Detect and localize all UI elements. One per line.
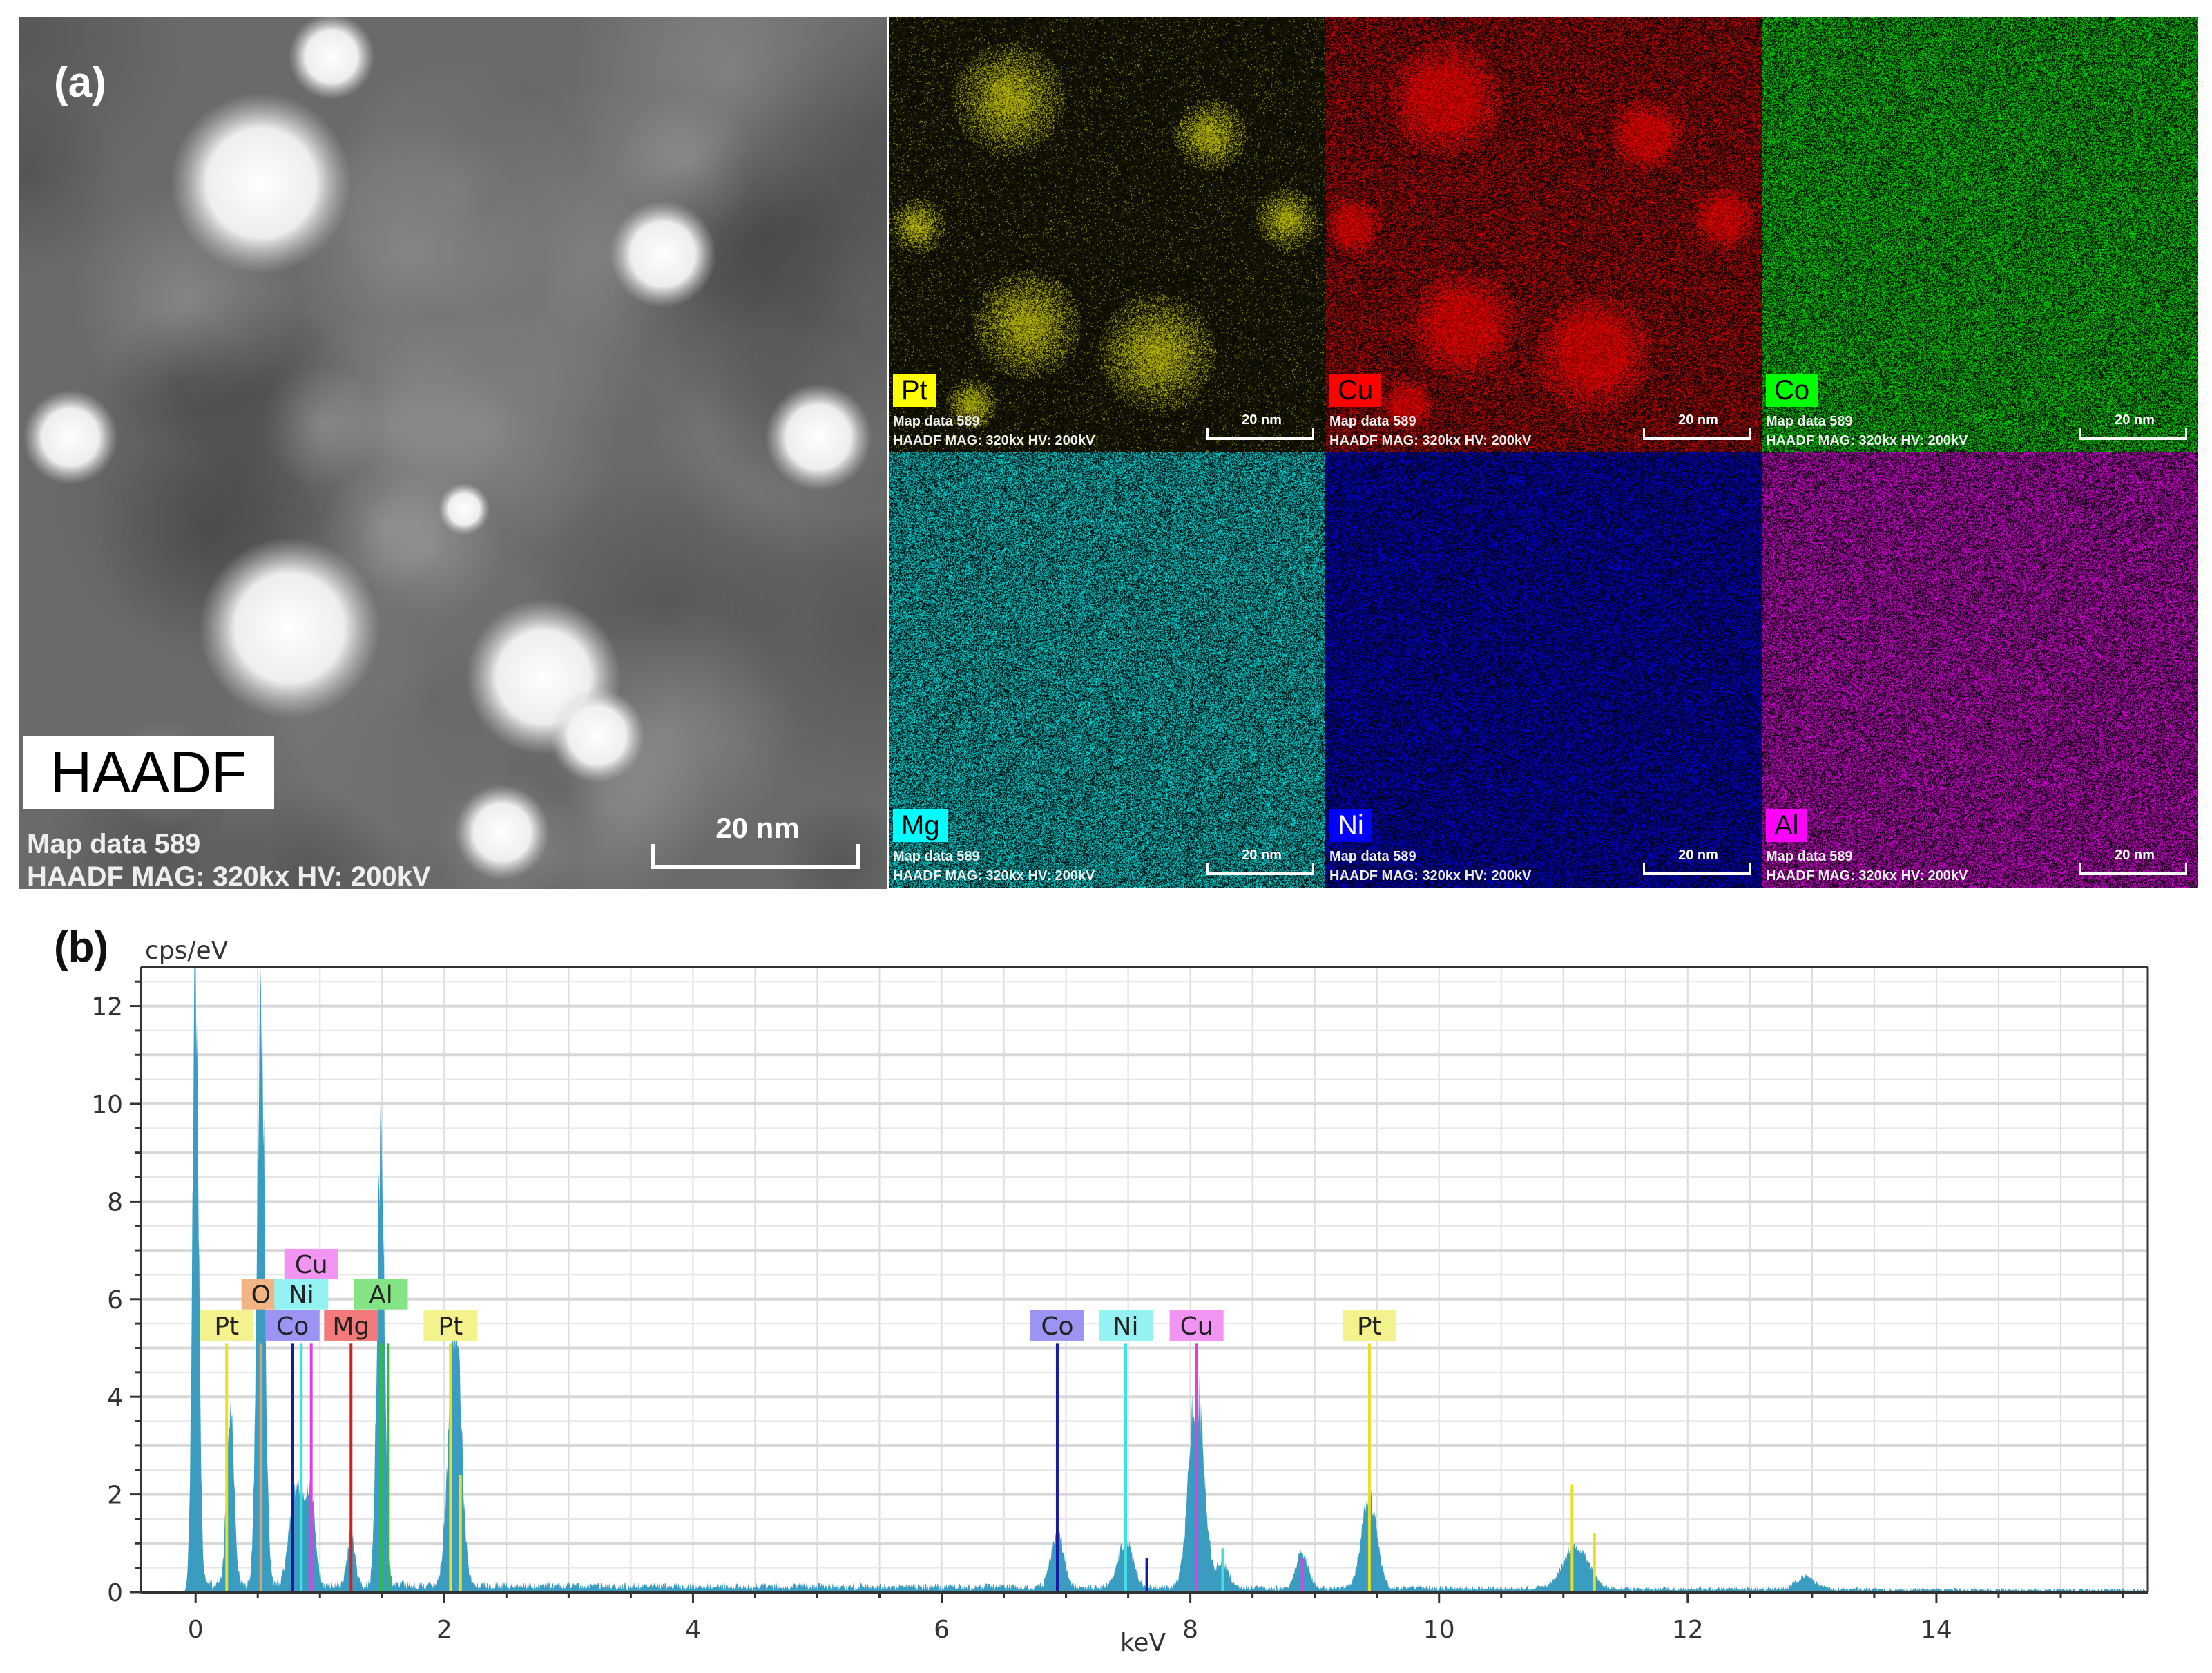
elemental-map-image bbox=[1325, 17, 1762, 452]
map-data-label: Map data 589 bbox=[1329, 849, 1416, 864]
eds-map-pt: Pt Map data 589 HAADF MAG: 320kx HV: 200… bbox=[889, 17, 1325, 452]
element-label: Co bbox=[1766, 374, 1818, 407]
element-label: Co bbox=[276, 1312, 309, 1341]
element-label: Mg bbox=[332, 1312, 369, 1341]
scale-bar-label: 20 nm bbox=[2115, 412, 2155, 428]
acquisition-info: HAADF MAG: 320kx HV: 200kV bbox=[27, 861, 431, 892]
x-axis-label: keV bbox=[1120, 1629, 1166, 1657]
x-tick-label: 14 bbox=[1921, 1616, 1952, 1644]
scale-bar bbox=[1206, 428, 1314, 440]
element-label: Ni bbox=[1113, 1312, 1139, 1341]
element-label: O bbox=[251, 1281, 271, 1310]
elemental-map-image bbox=[1762, 17, 2198, 452]
map-data-label: Map data 589 bbox=[1766, 849, 1853, 864]
acquisition-info: HAADF MAG: 320kx HV: 200kV bbox=[893, 433, 1095, 448]
map-data-label: Map data 589 bbox=[1766, 414, 1853, 429]
map-data-label: Map data 589 bbox=[27, 829, 201, 859]
element-label: Pt bbox=[214, 1312, 239, 1341]
scale-bar-label: 20 nm bbox=[1678, 412, 1718, 428]
x-tick-label: 12 bbox=[1672, 1616, 1704, 1644]
acquisition-info: HAADF MAG: 320kx HV: 200kV bbox=[893, 868, 1095, 883]
scale-bar bbox=[1206, 863, 1314, 875]
x-tick-label: 6 bbox=[934, 1616, 950, 1644]
acquisition-info: HAADF MAG: 320kx HV: 200kV bbox=[1766, 433, 1968, 448]
plot-area bbox=[141, 967, 2148, 1592]
x-tick-label: 0 bbox=[188, 1616, 204, 1644]
scale-bar bbox=[1643, 863, 1751, 875]
haadf-title: HAADF bbox=[23, 736, 274, 809]
element-label: Pt bbox=[438, 1312, 463, 1341]
y-tick-label: 4 bbox=[107, 1384, 123, 1412]
element-label: Al bbox=[1766, 809, 1807, 842]
element-label: Mg bbox=[893, 809, 948, 842]
y-tick-label: 8 bbox=[107, 1188, 123, 1216]
scale-bar bbox=[1643, 428, 1751, 440]
panel-b-label: (b) bbox=[54, 924, 109, 971]
eds-map-mg: Mg Map data 589 HAADF MAG: 320kx HV: 200… bbox=[889, 452, 1325, 888]
y-tick-label: 10 bbox=[91, 1091, 123, 1119]
map-data-label: Map data 589 bbox=[893, 849, 980, 864]
element-label: Cu bbox=[1329, 374, 1382, 407]
eds-spectrum-chart: PtOCoNiCuMgAlPt Co Ni Cu Pt 0246810120 2 4 6 8 10… bbox=[91, 937, 2149, 1657]
acquisition-info: HAADF MAG: 320kx HV: 200kV bbox=[1766, 868, 1968, 883]
y-tick-label: 12 bbox=[91, 993, 123, 1022]
scale-bar-label: 20 nm bbox=[1678, 848, 1718, 863]
x-tick-label: 4 bbox=[685, 1616, 701, 1644]
element-label: Pt bbox=[893, 374, 936, 407]
element-label: Ni bbox=[1329, 809, 1372, 842]
scale-bar bbox=[651, 844, 860, 869]
element-label: Pt bbox=[1357, 1312, 1382, 1341]
element-label: Ni bbox=[289, 1281, 314, 1310]
grid bbox=[141, 967, 2148, 1592]
scale-bar-label: 20 nm bbox=[715, 812, 800, 844]
scale-bar bbox=[2079, 863, 2187, 875]
acquisition-info: HAADF MAG: 320kx HV: 200kV bbox=[1329, 868, 1532, 883]
acquisition-info: HAADF MAG: 320kx HV: 200kV bbox=[1329, 433, 1532, 448]
y-tick-label: 6 bbox=[107, 1286, 123, 1314]
elemental-map-image bbox=[1325, 452, 1762, 888]
scale-bar-label: 20 nm bbox=[1242, 848, 1282, 863]
y-tick-label: 2 bbox=[107, 1482, 123, 1510]
element-label: Co bbox=[1041, 1312, 1073, 1341]
map-data-label: Map data 589 bbox=[893, 414, 980, 429]
eds-map-cu: Cu Map data 589 HAADF MAG: 320kx HV: 200… bbox=[1325, 17, 1762, 452]
element-label: Cu bbox=[1180, 1312, 1213, 1341]
haadf-image: HAADF Map data 589 HAADF MAG: 320kx HV: … bbox=[19, 17, 887, 892]
y-tick-label: 0 bbox=[107, 1579, 123, 1607]
x-tick-label: 8 bbox=[1182, 1616, 1198, 1644]
x-tick-label: 10 bbox=[1423, 1616, 1455, 1644]
y-axis-label: cps/eV bbox=[145, 937, 229, 965]
elemental-map-image bbox=[889, 17, 1325, 452]
panel-a-label: (a) bbox=[54, 59, 106, 106]
scale-bar-label: 20 nm bbox=[1242, 412, 1282, 428]
eds-map-co: Co Map data 589 HAADF MAG: 320kx HV: 200… bbox=[1762, 17, 2198, 452]
map-data-label: Map data 589 bbox=[1329, 414, 1416, 429]
elemental-map-image bbox=[1762, 452, 2198, 888]
elemental-map-image bbox=[889, 452, 1325, 888]
eds-map-ni: Ni Map data 589 HAADF MAG: 320kx HV: 200… bbox=[1325, 452, 1762, 888]
element-label: Cu bbox=[295, 1251, 328, 1279]
scale-bar-label: 20 nm bbox=[2115, 848, 2155, 863]
eds-map-al: Al Map data 589 HAADF MAG: 320kx HV: 200… bbox=[1762, 452, 2198, 888]
x-tick-label: 2 bbox=[436, 1616, 452, 1644]
element-label: Al bbox=[369, 1281, 393, 1310]
scale-bar bbox=[2079, 428, 2187, 440]
